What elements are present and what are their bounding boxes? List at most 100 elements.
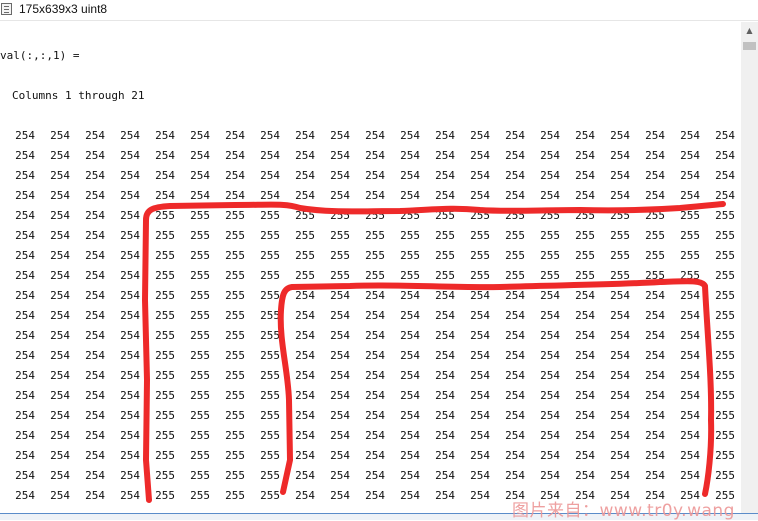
matrix-cell: 255 <box>225 409 245 422</box>
matrix-cell: 255 <box>225 429 245 442</box>
matrix-cell: 254 <box>435 489 455 502</box>
matrix-cell: 255 <box>260 289 280 302</box>
matrix-cell: 254 <box>365 169 385 182</box>
matrix-cell: 255 <box>190 489 210 502</box>
matrix-cell: 254 <box>470 149 490 162</box>
matrix-cell: 254 <box>365 149 385 162</box>
matrix-cell: 255 <box>225 449 245 462</box>
matrix-cell: 254 <box>435 289 455 302</box>
matrix-cell: 254 <box>225 189 245 202</box>
matrix-cell: 254 <box>505 369 525 382</box>
vertical-scrollbar[interactable]: ▲ <box>741 22 758 513</box>
matrix-cell: 254 <box>680 389 700 402</box>
matrix-cell: 254 <box>575 169 595 182</box>
matrix-cell: 255 <box>260 269 280 282</box>
matrix-cell: 254 <box>400 189 420 202</box>
matrix-cell: 254 <box>540 429 560 442</box>
matrix-cell: 255 <box>575 269 595 282</box>
matrix-cell: 254 <box>85 249 105 262</box>
scroll-thumb[interactable] <box>743 42 756 50</box>
matrix-cell: 254 <box>680 349 700 362</box>
matrix-cell: 255 <box>155 329 175 342</box>
matrix-cell: 254 <box>155 169 175 182</box>
matrix-cell: 255 <box>470 249 490 262</box>
matrix-cell: 254 <box>680 169 700 182</box>
matrix-cell: 254 <box>470 129 490 142</box>
matrix-cell: 254 <box>540 389 560 402</box>
matrix-cell: 255 <box>715 249 735 262</box>
matrix-cell: 254 <box>645 129 665 142</box>
matrix-cell: 254 <box>540 129 560 142</box>
matrix-cell: 254 <box>365 469 385 482</box>
matrix-cell: 255 <box>715 349 735 362</box>
matrix-cell: 255 <box>610 249 630 262</box>
matrix-cell: 255 <box>260 209 280 222</box>
matrix-cell: 254 <box>540 369 560 382</box>
matrix-cell: 254 <box>435 309 455 322</box>
matrix-cell: 254 <box>610 389 630 402</box>
matrix-cell: 254 <box>365 129 385 142</box>
matrix-cell: 254 <box>365 449 385 462</box>
matrix-cell: 254 <box>50 149 70 162</box>
matrix-cell: 255 <box>260 249 280 262</box>
matrix-cell: 255 <box>295 269 315 282</box>
matrix-cell: 254 <box>400 469 420 482</box>
matrix-cell: 254 <box>610 329 630 342</box>
matrix-cell: 255 <box>330 209 350 222</box>
matrix-cell: 255 <box>715 329 735 342</box>
matrix-cell: 254 <box>330 469 350 482</box>
matrix-cell: 255 <box>225 249 245 262</box>
matrix-cell: 254 <box>540 409 560 422</box>
matrix-cell: 254 <box>470 369 490 382</box>
matrix-cell: 255 <box>400 209 420 222</box>
matrix-cell: 255 <box>505 269 525 282</box>
matrix-cell: 255 <box>155 449 175 462</box>
matrix-cell: 255 <box>645 209 665 222</box>
table-window-icon <box>1 3 12 15</box>
matrix-cell: 254 <box>50 369 70 382</box>
matrix-cell: 254 <box>575 289 595 302</box>
matrix-cell: 254 <box>190 129 210 142</box>
matrix-cell: 255 <box>225 309 245 322</box>
matrix-cell: 254 <box>85 409 105 422</box>
matrix-cell: 254 <box>715 149 735 162</box>
matrix-cell: 254 <box>435 349 455 362</box>
matrix-cell: 254 <box>470 329 490 342</box>
matrix-cell: 254 <box>15 149 35 162</box>
matrix-cell: 254 <box>400 389 420 402</box>
matrix-cell: 255 <box>330 249 350 262</box>
matrix-cell: 254 <box>260 189 280 202</box>
matrix-cell: 254 <box>680 289 700 302</box>
matrix-cell: 254 <box>85 429 105 442</box>
matrix-cell: 254 <box>190 169 210 182</box>
matrix-cell: 254 <box>295 189 315 202</box>
matrix-cell: 254 <box>50 489 70 502</box>
matrix-cell: 254 <box>505 389 525 402</box>
matrix-cell: 254 <box>295 429 315 442</box>
matrix-cell: 255 <box>680 209 700 222</box>
matrix-cell: 254 <box>295 129 315 142</box>
matrix-cell: 254 <box>120 129 140 142</box>
matrix-cell: 255 <box>575 249 595 262</box>
matrix-cell: 255 <box>155 269 175 282</box>
matrix-cell: 255 <box>715 289 735 302</box>
matrix-cell: 254 <box>365 369 385 382</box>
matrix-cell: 255 <box>155 209 175 222</box>
matrix-cell: 255 <box>680 229 700 242</box>
matrix-cell: 254 <box>50 469 70 482</box>
matrix-cell: 254 <box>540 449 560 462</box>
matrix-cell: 255 <box>610 209 630 222</box>
matrix-cell: 255 <box>155 389 175 402</box>
matrix-cell: 254 <box>15 469 35 482</box>
matrix-cell: 254 <box>225 129 245 142</box>
matrix-cell: 254 <box>190 189 210 202</box>
matrix-cell: 254 <box>50 409 70 422</box>
matrix-cell: 254 <box>715 189 735 202</box>
matrix-cell: 254 <box>295 369 315 382</box>
matrix-cell: 254 <box>575 309 595 322</box>
matrix-cell: 254 <box>610 129 630 142</box>
matrix-cell: 254 <box>85 449 105 462</box>
matrix-cell: 254 <box>50 229 70 242</box>
matrix-cell: 255 <box>645 229 665 242</box>
scroll-up-arrow-icon[interactable]: ▲ <box>741 22 758 39</box>
